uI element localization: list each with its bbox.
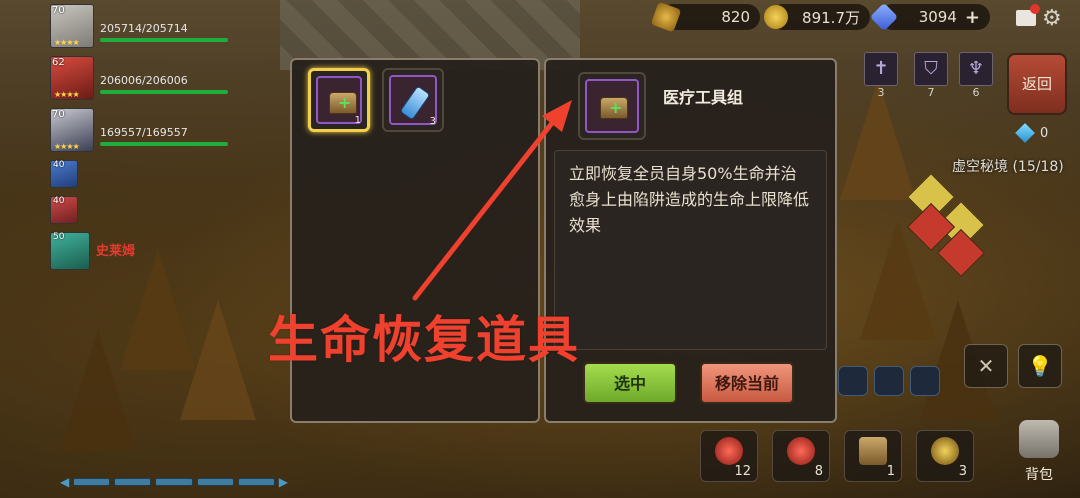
add-gems-button[interactable]: + — [965, 7, 980, 28]
item-count: 1 — [886, 464, 895, 479]
progress-segment — [155, 478, 193, 486]
party-member[interactable]: 70 205714/205714 ★★★★ — [50, 4, 228, 54]
progress-segment — [196, 478, 234, 486]
item-title: 医疗工具组 — [663, 88, 744, 107]
crystal-count: 0 — [1040, 126, 1049, 141]
quickbar-item[interactable]: 3 — [916, 430, 974, 482]
skill-slot[interactable]: ⛉ 7 — [914, 52, 948, 99]
item-count: 12 — [734, 464, 751, 479]
blue-vial-icon — [399, 85, 431, 121]
armor-icon: ⛉ — [924, 58, 938, 79]
skill-count: 6 — [972, 86, 980, 99]
star-rating-icon: ★★★★ — [54, 90, 80, 99]
member-name: 史莱姆 — [96, 244, 136, 259]
right-arrow-icon[interactable]: ▶ — [279, 475, 288, 489]
progress-segment — [114, 478, 152, 486]
quickbar-item[interactable]: 1 — [844, 430, 902, 482]
sword-icon: ✝ — [873, 58, 889, 79]
gold-amount: 891.7万 — [802, 8, 860, 27]
gem-resource[interactable]: 3094 + — [869, 2, 990, 32]
red-potion-icon — [787, 437, 815, 465]
member-level: 70 — [52, 109, 65, 120]
hp-bar — [100, 38, 228, 42]
item-slot-vial[interactable]: 3 — [382, 68, 444, 132]
skill-count: 3 — [877, 86, 885, 99]
progress-segment — [73, 478, 111, 486]
skill-slot[interactable]: ♆ 6 — [959, 52, 993, 99]
bag-button[interactable]: 背包 — [1010, 420, 1068, 490]
left-arrow-icon[interactable]: ◀ — [60, 475, 69, 489]
item-count: 8 — [814, 464, 823, 479]
reserve-member[interactable]: 50 史莱姆 — [50, 232, 200, 272]
member-level: 50 — [53, 232, 65, 242]
member-level: 40 — [53, 160, 65, 170]
annotation-label: 生命恢复道具 — [268, 311, 580, 369]
quickbar-item[interactable]: 8 — [772, 430, 830, 482]
star-rating-icon: ★★★★ — [54, 142, 80, 151]
detail-item-icon — [578, 72, 646, 140]
skill-slot[interactable]: ✝ 3 — [864, 52, 898, 99]
hp-bar — [100, 142, 228, 146]
medical-chest-icon — [600, 97, 628, 119]
item-description: 立即恢复全员自身50%生命并治愈身上由陷阱造成的生命上限降低效果 — [554, 150, 827, 350]
back-button[interactable]: 返回 — [1007, 53, 1067, 115]
reserve-member[interactable]: 40 — [50, 160, 200, 194]
gem-socket[interactable] — [838, 366, 868, 396]
hp-bar — [100, 90, 228, 94]
crystal-icon: ♆ — [967, 58, 985, 79]
remove-current-button[interactable]: 移除当前 — [700, 362, 794, 404]
skill-count: 7 — [927, 86, 935, 99]
gold-orb-icon — [931, 437, 959, 465]
wheat-resource: 820 — [650, 1, 760, 33]
lightbulb-icon[interactable]: 💡 — [1018, 344, 1062, 388]
progress-segment — [237, 478, 275, 486]
gold-resource: 891.7万 — [764, 4, 870, 30]
stage-progress: ◀ ▶ — [60, 475, 288, 489]
party-member[interactable]: 70 169557/169557 ★★★★ — [50, 108, 228, 158]
reserve-member[interactable]: 40 — [50, 196, 200, 230]
star-rating-icon: ★★★★ — [54, 38, 80, 47]
gear-icon[interactable]: ⚙ — [1042, 6, 1062, 31]
select-button[interactable]: 选中 — [583, 362, 677, 404]
medical-chest-icon — [329, 92, 357, 114]
dungeon-name: 虚空秘境 (15/18) — [952, 159, 1064, 175]
gem-socket[interactable] — [874, 366, 904, 396]
red-potion-icon — [715, 437, 743, 465]
member-level: 40 — [53, 196, 65, 206]
item-count: 3 — [429, 116, 436, 127]
party-member[interactable]: 62 206006/206006 ★★★★ — [50, 56, 228, 106]
party-list: 70 205714/205714 ★★★★ 62 206006/206006 ★… — [50, 4, 228, 274]
member-hp: 169557/169557 — [100, 126, 188, 139]
backpack-icon — [1019, 420, 1059, 458]
item-count: 3 — [958, 464, 967, 479]
quickbar-item[interactable]: 12 — [700, 430, 758, 482]
member-hp: 205714/205714 — [100, 22, 188, 35]
item-count: 1 — [354, 115, 361, 126]
bag-label: 背包 — [1025, 467, 1053, 483]
medical-chest-icon — [859, 437, 887, 465]
wheat-amount: 820 — [721, 8, 750, 26]
gem-amount: 3094 — [918, 8, 957, 26]
item-frame — [585, 79, 639, 133]
member-level: 62 — [52, 57, 65, 68]
member-hp: 206006/206006 — [100, 74, 188, 87]
item-detail-panel: 医疗工具组 立即恢复全员自身50%生命并治愈身上由陷阱造成的生命上限降低效果 选… — [544, 58, 837, 423]
member-level: 70 — [52, 5, 65, 16]
map-toggle-button[interactable]: ✕ — [964, 344, 1008, 388]
gold-coin-icon — [764, 5, 788, 29]
item-slot-medical-kit[interactable]: 1 — [308, 68, 370, 132]
notification-dot — [1030, 4, 1040, 14]
gem-socket[interactable] — [910, 366, 940, 396]
